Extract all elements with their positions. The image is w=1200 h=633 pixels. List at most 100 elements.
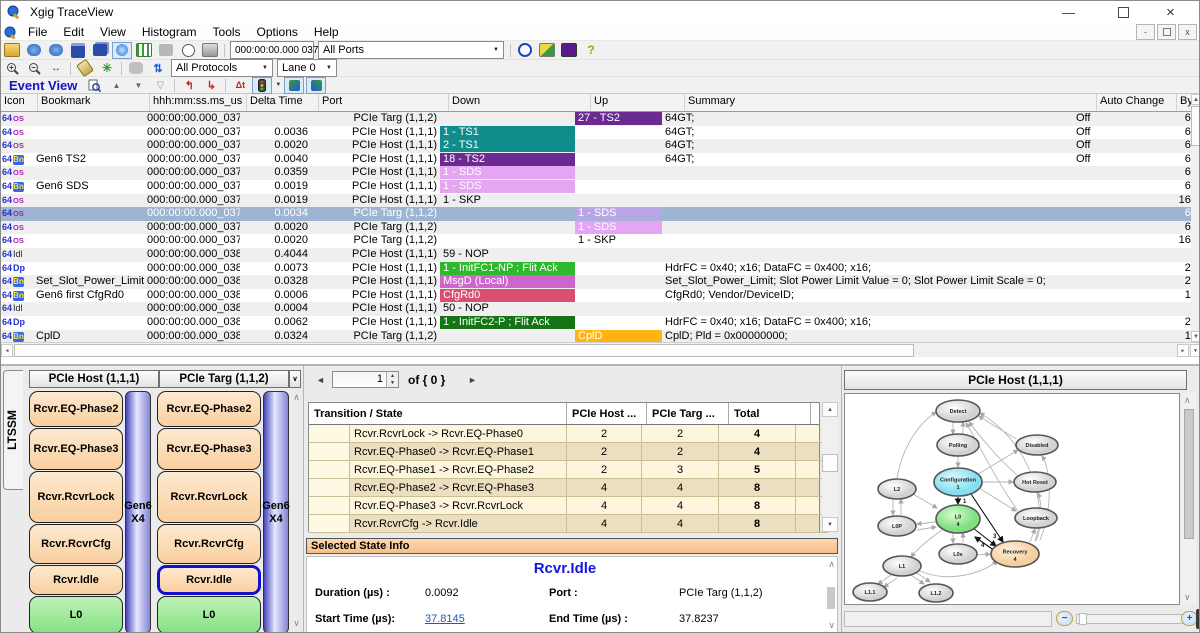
- statistics-icon[interactable]: [537, 42, 557, 59]
- table-row[interactable]: 64OS000:00:00.000_0370.0020PCIe Targ (1,…: [1, 221, 1191, 235]
- ltssm-tab[interactable]: LTSSM: [3, 370, 23, 490]
- table-row[interactable]: 64OS000:00:00.000_0370.0034PCIe Targ (1,…: [1, 207, 1191, 221]
- menu-histogram[interactable]: Histogram: [134, 25, 205, 39]
- jump-up-icon[interactable]: ↰: [179, 77, 199, 94]
- trans-col-1[interactable]: PCIe Host ...: [567, 403, 647, 424]
- table-row[interactable]: 64BnGen6 SDS000:00:00.000_0370.0019PCIe …: [1, 180, 1191, 194]
- nav-spinner[interactable]: 1 ▲▼: [332, 371, 399, 388]
- event-table-vscrollbar[interactable]: ▲ ▼: [1191, 94, 1200, 342]
- traffic-dropdown-icon[interactable]: ▼: [275, 82, 281, 88]
- state-node-l1-2[interactable]: L1.2: [919, 584, 953, 602]
- trans-col-2[interactable]: PCIe Targ ...: [647, 403, 729, 424]
- save-all-icon[interactable]: [90, 42, 110, 59]
- scroll-down-icon[interactable]: ∨: [1184, 592, 1191, 603]
- event-table-hscrollbar[interactable]: ◄ ► ▼: [1, 342, 1200, 357]
- state-node-l0p[interactable]: L0P: [878, 516, 916, 536]
- info-scroll-down-icon[interactable]: ∨: [828, 620, 835, 631]
- state-node-recovery[interactable]: Recovery4: [991, 541, 1039, 567]
- transition-row[interactable]: Rcvr.EQ-Phase2 -> Rcvr.EQ-Phase3448: [309, 479, 819, 497]
- state-node-loopback[interactable]: Loopback: [1015, 508, 1057, 528]
- ltssm-state-rcvr-eq-phase2[interactable]: Rcvr.EQ-Phase2: [29, 391, 123, 427]
- info-clock-icon[interactable]: [515, 42, 535, 59]
- diagram-canvas[interactable]: DetectPollingConfiguration1L04L2L0PL0sRe…: [844, 393, 1180, 605]
- prev-event-icon[interactable]: ▲: [106, 77, 126, 94]
- time-combo[interactable]: 000:00:00.000 037▼: [230, 41, 314, 59]
- scroll-down-icon[interactable]: ▼: [1191, 331, 1200, 342]
- scroll-right-icon[interactable]: ►: [1177, 344, 1189, 357]
- maximize-button[interactable]: [1101, 1, 1146, 23]
- table-row[interactable]: 64OS000:00:00.000_037PCIe Targ (1,1,2)27…: [1, 112, 1191, 126]
- scroll-up-icon[interactable]: ▲: [822, 402, 838, 417]
- state-node-configuration[interactable]: Configuration1: [934, 468, 982, 496]
- mdi-close-button[interactable]: x: [1178, 24, 1197, 40]
- nav-prev-icon[interactable]: ◄: [316, 375, 325, 385]
- open-recent-icon[interactable]: [46, 42, 66, 59]
- transition-row[interactable]: Rcvr.EQ-Phase0 -> Rcvr.EQ-Phase1224: [309, 443, 819, 461]
- table-row[interactable]: 64Dp000:00:00.000_0380.0073PCIe Host (1,…: [1, 262, 1191, 276]
- ltssm-state-rcvr-rcvrcfg[interactable]: Rcvr.RcvrCfg: [29, 524, 123, 564]
- col-header-hhh-mm-ss-ms-us[interactable]: hhh:mm:ss.ms_us: [150, 94, 247, 111]
- trans-col-3[interactable]: Total: [729, 403, 811, 424]
- state-node-l2[interactable]: L2: [878, 479, 916, 499]
- start-time-link[interactable]: 37.8145: [425, 613, 465, 625]
- state-node-polling[interactable]: Polling: [937, 434, 979, 456]
- traffic-light-icon[interactable]: [252, 77, 272, 94]
- col-header-delta-time[interactable]: Delta Time: [247, 94, 319, 111]
- analyzer-icon[interactable]: [559, 42, 579, 59]
- minimize-button[interactable]: —: [1046, 1, 1091, 23]
- zoom-slider[interactable]: [1076, 614, 1188, 624]
- ltssm-port-header[interactable]: PCIe Host (1,1,1): [29, 370, 159, 388]
- col-header-bookmark[interactable]: Bookmark: [38, 94, 150, 111]
- table-row[interactable]: 64OS000:00:00.000_0370.0020PCIe Host (1,…: [1, 139, 1191, 153]
- table-row[interactable]: 64BnSet_Slot_Power_Limit000:00:00.000_03…: [1, 275, 1191, 289]
- ltssm-state-rcvr-rcvrlock[interactable]: Rcvr.RcvrLock: [157, 471, 261, 523]
- scroll-up-icon[interactable]: ▲: [1191, 94, 1200, 105]
- col-header-icon[interactable]: Icon: [1, 94, 38, 111]
- lane-combo[interactable]: Lane 0▼: [277, 59, 337, 77]
- table-row[interactable]: 64Dp000:00:00.000_0380.0062PCIe Host (1,…: [1, 316, 1191, 330]
- col-header-auto-change[interactable]: Auto Change: [1097, 94, 1177, 111]
- menu-edit[interactable]: Edit: [55, 25, 92, 39]
- ltssm-state-rcvr-idle[interactable]: Rcvr.Idle: [157, 565, 261, 595]
- decode-a-icon[interactable]: [284, 77, 304, 94]
- find-event-icon[interactable]: [84, 77, 104, 94]
- ltssm-state-rcvr-eq-phase3[interactable]: Rcvr.EQ-Phase3: [157, 428, 261, 470]
- table-row[interactable]: 64OS000:00:00.000_0370.0019PCIe Host (1,…: [1, 194, 1191, 208]
- protocols-combo[interactable]: All Protocols▼: [171, 59, 273, 77]
- mdi-minimize-button[interactable]: -: [1136, 24, 1155, 40]
- state-node-hot-reset[interactable]: Hot Reset: [1014, 472, 1056, 492]
- col-header-port[interactable]: Port: [319, 94, 449, 111]
- diagram-header[interactable]: PCIe Host (1,1,1): [844, 370, 1187, 390]
- state-node-detect[interactable]: Detect: [936, 400, 980, 422]
- decode-b-icon[interactable]: [306, 77, 326, 94]
- menu-tools[interactable]: Tools: [205, 25, 249, 39]
- transition-row[interactable]: Rcvr.EQ-Phase1 -> Rcvr.EQ-Phase2235: [309, 461, 819, 479]
- menu-view[interactable]: View: [92, 25, 134, 39]
- nav-next-icon[interactable]: ►: [468, 375, 477, 385]
- filter-icon[interactable]: ▽: [150, 77, 170, 94]
- table-row[interactable]: 64OS000:00:00.000_0370.0020PCIe Targ (1,…: [1, 234, 1191, 248]
- fit-width-icon[interactable]: ↔: [46, 60, 66, 77]
- col-header-up[interactable]: Up: [591, 94, 685, 111]
- table-row[interactable]: 64BnGen6 TS2000:00:00.000_0370.0040PCIe …: [1, 153, 1191, 167]
- ltssm-state-rcvr-idle[interactable]: Rcvr.Idle: [29, 565, 123, 595]
- report-icon[interactable]: [156, 42, 176, 59]
- trans-col-0[interactable]: Transition / State: [309, 403, 567, 424]
- scroll-up-icon[interactable]: ∧: [1184, 395, 1191, 406]
- ltssm-scroll-up-icon[interactable]: ∧: [292, 392, 301, 403]
- table-row[interactable]: 64BnGen6 first CfgRd0000:00:00.000_0380.…: [1, 289, 1191, 303]
- ltssm-state-rcvr-rcvrlock[interactable]: Rcvr.RcvrLock: [29, 471, 123, 523]
- state-node-l0s[interactable]: L0s: [939, 544, 977, 564]
- diagram-vscrollbar[interactable]: ∧ ∨: [1182, 393, 1196, 605]
- transition-row[interactable]: Rcvr.RcvrLock -> Rcvr.EQ-Phase0224: [309, 425, 819, 443]
- ltssm-state-rcvr-eq-phase2[interactable]: Rcvr.EQ-Phase2: [157, 391, 261, 427]
- table-row[interactable]: 64Idl000:00:00.000_0380.4044PCIe Host (1…: [1, 248, 1191, 262]
- tag-icon[interactable]: [75, 60, 95, 77]
- menu-help[interactable]: Help: [306, 25, 347, 39]
- ltssm-state-l0[interactable]: L0: [157, 596, 261, 633]
- ltssm-scroll-down-icon[interactable]: ∨: [292, 618, 301, 629]
- zoom-in-icon[interactable]: [2, 60, 22, 77]
- delta-time-icon[interactable]: Δt: [230, 77, 250, 94]
- table-row[interactable]: 64OS000:00:00.000_0370.0359PCIe Host (1,…: [1, 166, 1191, 180]
- ltssm-state-rcvr-rcvrcfg[interactable]: Rcvr.RcvrCfg: [157, 524, 261, 564]
